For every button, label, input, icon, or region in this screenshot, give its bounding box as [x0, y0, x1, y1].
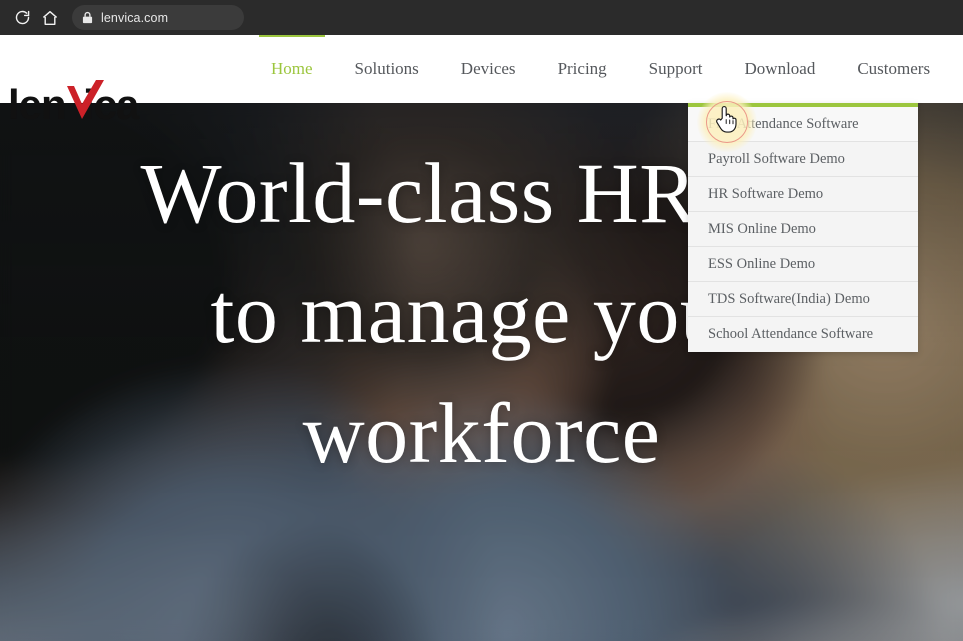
nav-item-pricing-label: Pricing [557, 59, 607, 78]
browser-window: lenvica.com World-class HRMS to manage y… [0, 0, 963, 641]
dropdown-item-label: School Attendance Software [708, 326, 874, 342]
hero-headline-line-3: workforce [302, 385, 661, 481]
dropdown-item-tds-software-india-demo[interactable]: TDS Software(India) Demo [688, 282, 918, 317]
lock-icon [82, 11, 93, 24]
nav-item-solutions-label: Solutions [354, 59, 419, 78]
svg-text:len: len [8, 81, 66, 127]
dropdown-item-ess-online-demo[interactable]: ESS Online Demo [688, 247, 918, 282]
dropdown-item-free-attendance-software[interactable]: Free Attendance Software [688, 107, 918, 142]
reload-icon[interactable] [8, 4, 36, 32]
nav-item-support[interactable]: Support [628, 35, 724, 103]
dropdown-item-label: TDS Software(India) Demo [708, 290, 870, 307]
nav-item-home[interactable]: Home [250, 35, 334, 103]
url-bar[interactable]: lenvica.com [72, 5, 244, 30]
dropdown-item-hr-software-demo[interactable]: HR Software Demo [688, 177, 918, 212]
nav-item-customers-label: Customers [857, 59, 931, 78]
nav-item-customers[interactable]: Customers [836, 35, 951, 103]
main-navigation: Home Solutions Devices Pricing Support D… [250, 35, 963, 103]
dropdown-item-label: Payroll Software Demo [708, 150, 845, 167]
web-page: World-class HRMS to manage your workforc… [0, 35, 963, 641]
dropdown-item-label: MIS Online Demo [708, 220, 816, 237]
dropdown-item-payroll-software-demo[interactable]: Payroll Software Demo [688, 142, 918, 177]
active-nav-indicator [259, 35, 325, 37]
nav-item-pricing[interactable]: Pricing [537, 35, 628, 103]
nav-item-devices-label: Devices [460, 59, 516, 78]
nav-item-download-label: Download [744, 59, 816, 78]
nav-item-solutions[interactable]: Solutions [334, 35, 440, 103]
dropdown-item-label: ESS Online Demo [708, 255, 816, 272]
dropdown-item-mis-online-demo[interactable]: MIS Online Demo [688, 212, 918, 247]
nav-item-devices[interactable]: Devices [440, 35, 537, 103]
home-icon[interactable] [36, 4, 64, 32]
dropdown-item-label: HR Software Demo [708, 185, 824, 202]
browser-toolbar: lenvica.com [0, 0, 963, 35]
dropdown-item-label: Free Attendance Software [708, 115, 859, 132]
nav-item-support-label: Support [648, 59, 703, 78]
url-text: lenvica.com [101, 10, 169, 25]
nav-item-contact[interactable]: Contact [951, 35, 963, 103]
site-logo[interactable]: len ica [8, 79, 176, 127]
download-dropdown-menu: Free Attendance Software Payroll Softwar… [688, 103, 918, 352]
nav-item-download[interactable]: Download [724, 35, 837, 103]
dropdown-item-school-attendance-software[interactable]: School Attendance Software [688, 317, 918, 352]
nav-item-home-label: Home [271, 59, 313, 78]
